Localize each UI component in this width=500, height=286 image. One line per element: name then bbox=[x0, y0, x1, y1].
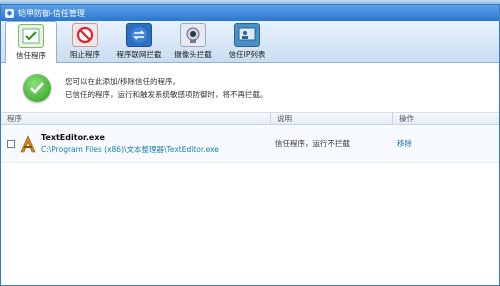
tab-label: 摄像头拦截 bbox=[174, 50, 212, 59]
trust-manager-window: ◆ 铠甲防御-信任管理 信任程序 阻止程序 程序联网拦截 摄像头拦截 信任IP列… bbox=[0, 4, 500, 286]
network-arrows-icon bbox=[126, 23, 152, 47]
app-icon bbox=[19, 134, 37, 153]
row-checkbox[interactable] bbox=[7, 139, 15, 148]
shield-icon: ◆ bbox=[5, 8, 14, 18]
checklist-icon bbox=[18, 24, 44, 48]
tab-trusted-ip-list[interactable]: 信任IP列表 bbox=[221, 22, 273, 62]
webcam-icon bbox=[180, 23, 206, 47]
program-name: TextEditor.exe bbox=[41, 132, 105, 142]
column-header-description[interactable]: 说明 bbox=[271, 113, 393, 124]
ip-list-icon bbox=[234, 23, 260, 47]
tab-network-block[interactable]: 程序联网拦截 bbox=[113, 22, 165, 62]
tab-trusted-programs[interactable]: 信任程序 bbox=[5, 21, 57, 63]
column-header-action[interactable]: 操作 bbox=[393, 113, 497, 124]
remove-link[interactable]: 移除 bbox=[393, 138, 412, 149]
info-text: 您可以在此添加/移除信任的程序。 已信任的程序，运行和触发系统敏感项防御时，将不… bbox=[65, 75, 268, 101]
info-line-2: 已信任的程序，运行和触发系统敏感项防御时，将不再拦截。 bbox=[65, 89, 268, 99]
tab-webcam-block[interactable]: 摄像头拦截 bbox=[167, 22, 219, 62]
title-bar[interactable]: ◆ 铠甲防御-信任管理 bbox=[1, 5, 499, 21]
check-circle-icon bbox=[23, 73, 51, 102]
column-header-program[interactable]: 程序 bbox=[1, 113, 271, 124]
info-line-1: 您可以在此添加/移除信任的程序。 bbox=[65, 76, 181, 86]
tab-label: 信任程序 bbox=[16, 51, 46, 60]
tab-label: 信任IP列表 bbox=[228, 50, 266, 59]
table-row[interactable]: TextEditor.exe C:\Program Files (x86)\文本… bbox=[1, 125, 499, 163]
tab-toolbar: 信任程序 阻止程序 程序联网拦截 摄像头拦截 信任IP列表 bbox=[1, 21, 499, 63]
table-header: 程序 说明 操作 bbox=[1, 113, 499, 125]
window-title: 铠甲防御-信任管理 bbox=[18, 8, 85, 18]
description-cell: 信任程序，运行不拦截 bbox=[275, 139, 350, 148]
tab-label: 阻止程序 bbox=[70, 50, 100, 59]
block-icon bbox=[72, 23, 98, 47]
tab-label: 程序联网拦截 bbox=[116, 50, 162, 59]
info-panel: 您可以在此添加/移除信任的程序。 已信任的程序，运行和触发系统敏感项防御时，将不… bbox=[1, 63, 499, 113]
program-cell: TextEditor.exe C:\Program Files (x86)\文本… bbox=[1, 133, 271, 155]
tab-blocked-programs[interactable]: 阻止程序 bbox=[59, 22, 111, 62]
program-path: C:\Program Files (x86)\文本整理器\TextEditor.… bbox=[41, 144, 219, 154]
